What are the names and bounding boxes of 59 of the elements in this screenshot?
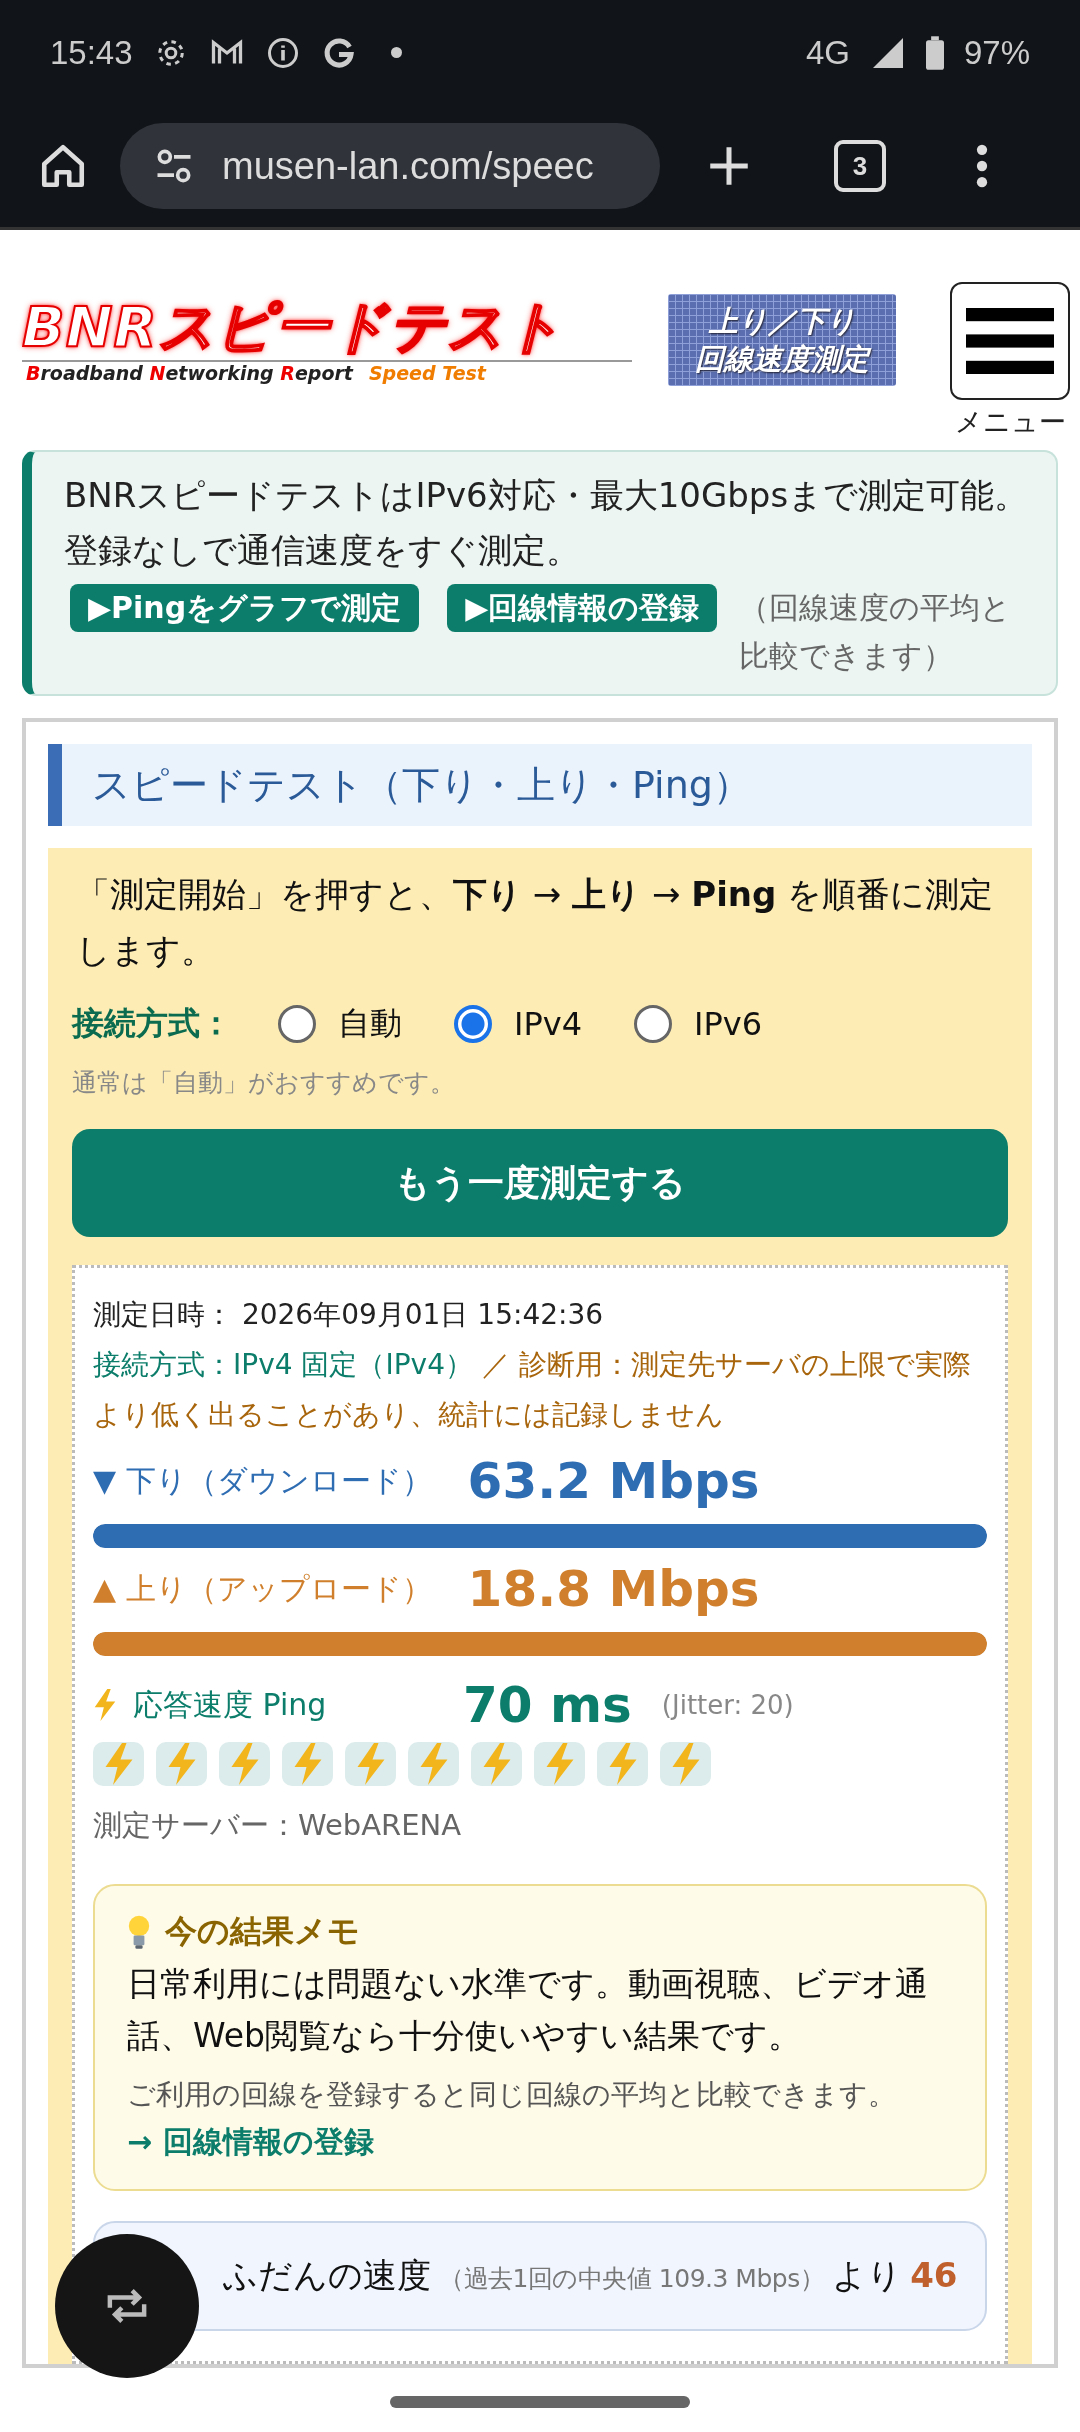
dot-icon bbox=[390, 47, 402, 58]
section-heading: スピードテスト（下り・上り・Ping） bbox=[48, 744, 1032, 826]
battery-percent: 97% bbox=[963, 33, 1030, 72]
intro-text: BNRスピードテストはIPv6対応・最大10Gbpsまで測定可能。登録なしで通信速度をすぐ測定。 bbox=[64, 474, 1030, 572]
date-value: 2026年09月01日 15:42:36 bbox=[241, 1298, 604, 1331]
memo-text: 日常利用には問題ない水準です。動画視聴、ビデオ通話、Web閲覧なら十分使いやすい結果です。 bbox=[127, 1963, 929, 2057]
network-type: 4G bbox=[805, 33, 850, 72]
battery-icon bbox=[925, 35, 944, 70]
metric-label: ▲ 上り（アップロード） bbox=[93, 1569, 432, 1608]
lightning-rating-icon bbox=[345, 1742, 396, 1786]
connection-radio[interactable]: IPv4 bbox=[454, 1005, 583, 1043]
memo-title: 今の結果メモ bbox=[165, 1911, 360, 1952]
lightning-rating-icon bbox=[219, 1742, 270, 1786]
lightbulb-icon bbox=[127, 1914, 151, 1950]
address-bar[interactable]: musen-lan.com/speec bbox=[120, 123, 660, 209]
logo-tagline: Speed Test bbox=[368, 362, 486, 384]
lightning-rating-icon bbox=[471, 1742, 522, 1786]
speed-test-banner[interactable]: 上り／下り 回線速度測定 bbox=[668, 294, 896, 386]
jitter-value: (Jitter: 20) bbox=[661, 1690, 794, 1720]
lightning-rating-icon bbox=[282, 1742, 333, 1786]
lightning-rating-icon bbox=[408, 1742, 459, 1786]
lightning-rating-icon bbox=[93, 1742, 144, 1786]
menu-icon bbox=[966, 308, 1054, 374]
metric-value: 70 ms bbox=[463, 1676, 632, 1734]
url-text: musen-lan.com/speec bbox=[222, 144, 594, 188]
tab-count-button[interactable]: 3 bbox=[834, 140, 886, 192]
connection-info: 接続方式：IPv4 固定（IPv4） ／ 診断用：測定先サーバの上限で実際より低く出ることがあり、統計には記録しません bbox=[93, 1347, 972, 1433]
lightning-rating-icon bbox=[597, 1742, 648, 1786]
retest-button[interactable]: もう一度測定する bbox=[72, 1129, 1008, 1237]
logo-title[interactable]: BNRスピードテスト bbox=[22, 294, 632, 360]
intro-link-button[interactable]: ▶Pingをグラフで測定 bbox=[70, 584, 420, 632]
lightning-rating-icon bbox=[534, 1742, 585, 1786]
hint-text: 通常は「自動」がおすすめです。 bbox=[72, 1067, 456, 1099]
menu-button[interactable] bbox=[950, 282, 1070, 400]
clock-time: 15:43 bbox=[50, 33, 133, 72]
metric-value: 63.2 Mbps bbox=[467, 1452, 760, 1510]
more-icon[interactable] bbox=[976, 144, 988, 188]
connection-label: 接続方式： bbox=[72, 1003, 232, 1044]
lightning-icon bbox=[93, 1689, 117, 1721]
usual-suffix: より bbox=[832, 2254, 903, 2297]
lightning-rating-icon bbox=[156, 1742, 207, 1786]
connection-radio[interactable]: 自動 bbox=[278, 1002, 402, 1046]
intro-link-button[interactable]: ▶回線情報の登録 bbox=[447, 584, 718, 632]
metric-label: 応答速度 Ping bbox=[133, 1685, 328, 1724]
server-info: 測定サーバー：WebARENA bbox=[93, 1807, 463, 1844]
instruction-text: 「測定開始」を押すと、下り → 上り → Ping を順番に測定します。 bbox=[75, 873, 995, 972]
intro-note: （回線速度の平均と比較できます） bbox=[739, 589, 1013, 675]
usual-value: 46 bbox=[910, 2255, 958, 2295]
logo-subtitle: Broadband Networking Report bbox=[26, 362, 353, 384]
connection-radio[interactable]: IPv6 bbox=[634, 1005, 763, 1043]
menu-label: メニュー bbox=[954, 405, 1066, 439]
date-label: 測定日時： bbox=[93, 1298, 233, 1331]
metric-label: ▼ 下り（ダウンロード） bbox=[93, 1461, 432, 1500]
usual-title: ふだんの速度 bbox=[223, 2254, 431, 2297]
metric-value: 18.8 Mbps bbox=[467, 1560, 760, 1618]
lightning-rating-icon bbox=[660, 1742, 711, 1786]
memo-note: ご利用の回線を登録すると同じ回線の平均と比較できます。 bbox=[127, 2077, 897, 2113]
register-link[interactable]: → 回線情報の登録 bbox=[127, 2122, 374, 2163]
usual-detail: （過去1回の中央値 109.3 Mbps） bbox=[439, 2263, 825, 2295]
